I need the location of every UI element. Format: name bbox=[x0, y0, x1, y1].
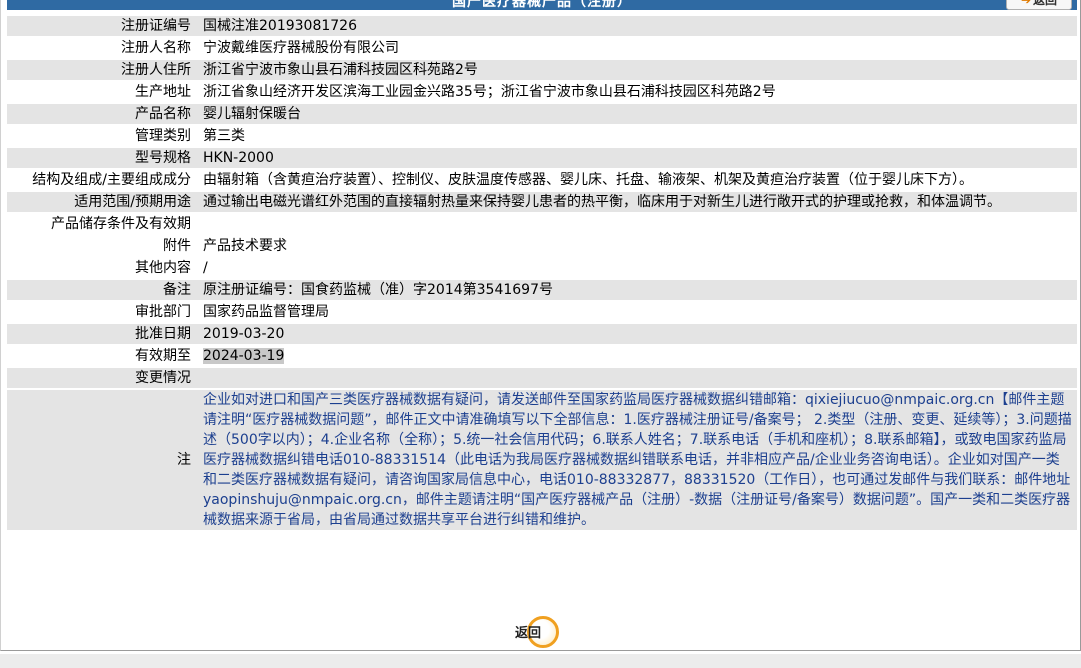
row-label: 注册人住所 bbox=[7, 60, 199, 80]
row-value: 国械注准20193081726 bbox=[199, 16, 1077, 36]
row-value bbox=[199, 214, 1077, 234]
row-registration-number: 注册证编号 国械注准20193081726 bbox=[7, 16, 1077, 36]
back-button-top-label: 返回 bbox=[1033, 0, 1058, 7]
row-value: 国家药品监督管理局 bbox=[199, 302, 1077, 322]
row-value bbox=[199, 368, 1077, 388]
note-label: 注 bbox=[7, 390, 199, 530]
row-structure-composition: 结构及组成/主要组成成分 由辐射箱（含黄疸治疗装置）、控制仪、皮肤温度传感器、婴… bbox=[7, 170, 1077, 190]
row-change-info: 变更情况 bbox=[7, 368, 1077, 388]
row-value: 原注册证编号：国食药监械（准）字2014第3541697号 bbox=[199, 280, 1077, 300]
back-button-bottom-label: 返回 bbox=[515, 626, 542, 641]
row-registrant-address: 注册人住所 浙江省宁波市象山县石浦科技园区科苑路2号 bbox=[7, 60, 1077, 80]
row-value: 产品技术要求 bbox=[199, 236, 1077, 256]
row-registrant-name: 注册人名称 宁波戴维医疗器械股份有限公司 bbox=[7, 38, 1077, 58]
row-other-content: 其他内容 / bbox=[7, 258, 1077, 278]
detail-panel: 国产医疗器械产品（注册） ➔ 返回 注册证编号 国械注准20193081726 注… bbox=[0, 0, 1081, 651]
row-intended-use: 适用范围/预期用途 通过输出电磁光谱红外范围的直接辐射热量来保持婴儿患者的热平衡… bbox=[7, 192, 1077, 212]
row-value: 婴儿辐射保暖台 bbox=[199, 104, 1077, 124]
row-management-class: 管理类别 第三类 bbox=[7, 126, 1077, 146]
row-label: 适用范围/预期用途 bbox=[7, 192, 199, 212]
row-note: 注 企业如对进口和国产三类医疗器械数据有疑问，请发送邮件至国家药监局医疗器械数据… bbox=[7, 390, 1077, 530]
back-arrow-icon: ➔ bbox=[1020, 0, 1032, 7]
row-label: 批准日期 bbox=[7, 324, 199, 344]
row-value: 浙江省象山经济开发区滨海工业园金兴路35号；浙江省宁波市象山县石浦科技园区科苑路… bbox=[199, 82, 1077, 102]
row-value: HKN-2000 bbox=[199, 148, 1077, 168]
back-button-bottom[interactable]: 返回 bbox=[513, 614, 567, 648]
row-product-name: 产品名称 婴儿辐射保暖台 bbox=[7, 104, 1077, 124]
row-attachment: 附件 产品技术要求 bbox=[7, 236, 1077, 256]
row-label: 生产地址 bbox=[7, 82, 199, 102]
row-model-spec: 型号规格 HKN-2000 bbox=[7, 148, 1077, 168]
row-value: 第三类 bbox=[199, 126, 1077, 146]
row-label: 有效期至 bbox=[7, 346, 199, 366]
row-storage-conditions: 产品储存条件及有效期 bbox=[7, 214, 1077, 234]
header-bar: 国产医疗器械产品（注册） bbox=[7, 0, 1077, 10]
registration-info-table: 注册证编号 国械注准20193081726 注册人名称 宁波戴维医疗器械股份有限… bbox=[7, 14, 1077, 532]
row-label: 变更情况 bbox=[7, 368, 199, 388]
row-value: 通过输出电磁光谱红外范围的直接辐射热量来保持婴儿患者的热平衡，临床用于对新生儿进… bbox=[199, 192, 1077, 212]
row-approval-date: 批准日期 2019-03-20 bbox=[7, 324, 1077, 344]
valid-until-value: 2024-03-19 bbox=[203, 348, 285, 364]
row-value: 2019-03-20 bbox=[199, 324, 1077, 344]
note-text: 企业如对进口和国产三类医疗器械数据有疑问，请发送邮件至国家药监局医疗器械数据纠错… bbox=[199, 390, 1077, 530]
row-label: 备注 bbox=[7, 280, 199, 300]
row-value: 2024-03-19 bbox=[199, 346, 1077, 366]
row-label: 管理类别 bbox=[7, 126, 199, 146]
row-value: 浙江省宁波市象山县石浦科技园区科苑路2号 bbox=[199, 60, 1077, 80]
page-title: 国产医疗器械产品（注册） bbox=[452, 0, 632, 10]
row-label: 产品名称 bbox=[7, 104, 199, 124]
row-value: 由辐射箱（含黄疸治疗装置）、控制仪、皮肤温度传感器、婴儿床、托盘、输液架、机架及… bbox=[199, 170, 1077, 190]
row-label: 结构及组成/主要组成成分 bbox=[7, 170, 199, 190]
row-label: 附件 bbox=[7, 236, 199, 256]
row-remarks: 备注 原注册证编号：国食药监械（准）字2014第3541697号 bbox=[7, 280, 1077, 300]
row-approval-department: 审批部门 国家药品监督管理局 bbox=[7, 302, 1077, 322]
row-value: 宁波戴维医疗器械股份有限公司 bbox=[199, 38, 1077, 58]
back-button-top[interactable]: ➔ 返回 bbox=[1006, 0, 1072, 10]
row-valid-until: 有效期至 2024-03-19 bbox=[7, 346, 1077, 366]
row-label: 型号规格 bbox=[7, 148, 199, 168]
row-label: 注册人名称 bbox=[7, 38, 199, 58]
row-label: 注册证编号 bbox=[7, 16, 199, 36]
page-footer-strip bbox=[0, 654, 1081, 668]
row-label: 审批部门 bbox=[7, 302, 199, 322]
row-production-address: 生产地址 浙江省象山经济开发区滨海工业园金兴路35号；浙江省宁波市象山县石浦科技… bbox=[7, 82, 1077, 102]
row-label: 其他内容 bbox=[7, 258, 199, 278]
row-label: 产品储存条件及有效期 bbox=[7, 214, 199, 234]
row-value: / bbox=[199, 258, 1077, 278]
